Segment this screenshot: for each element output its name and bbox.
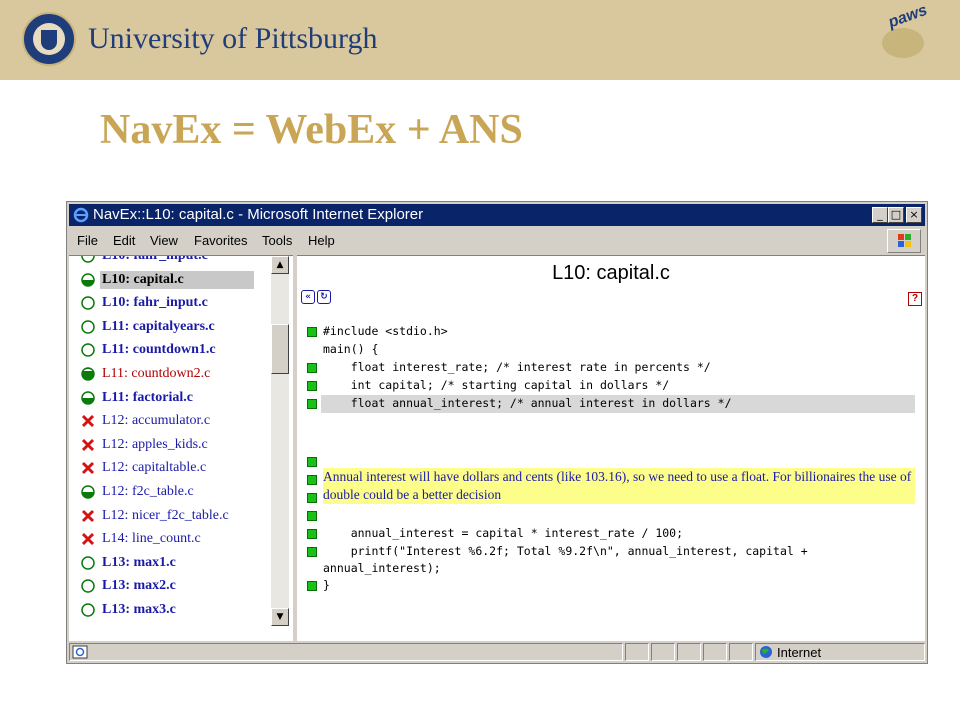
reload-example-icon[interactable]: ↻ (317, 290, 331, 304)
page-icon (72, 645, 88, 659)
menu-tools[interactable]: Tools (262, 233, 292, 248)
nav-list-item-label[interactable]: L11: countdown1.c (102, 342, 216, 358)
code-text: annual_interest); (323, 561, 441, 575)
code-text: #include <stdio.h> (323, 324, 448, 338)
browser-window: NavEx::L10: capital.c - Microsoft Intern… (66, 201, 928, 664)
university-seal-icon (22, 12, 76, 66)
annotation-bullet-icon[interactable] (307, 581, 317, 591)
nav-list-item-label[interactable]: L10: capital.c (100, 270, 254, 289)
not-ready-x-icon (81, 438, 95, 452)
nav-list-item-label[interactable]: L12: accumulator.c (102, 413, 210, 429)
progress-empty-icon (81, 343, 95, 358)
annotation-bullet-icon[interactable] (307, 511, 317, 521)
code-text: int capital; /* starting capital in doll… (323, 378, 670, 392)
code-line: float interest_rate; /* interest rate in… (307, 359, 917, 377)
annotation-bullet-icon[interactable] (307, 327, 317, 337)
code-line: float annual_interest; /* annual interes… (307, 395, 915, 413)
nav-list-item-label[interactable]: L10: fahr_input.c (102, 295, 208, 311)
code-text: printf("Interest %6.2f; Total %9.2f\n", … (323, 544, 808, 558)
progress-half-icon (81, 390, 95, 405)
nav-vertical-scrollbar[interactable]: ▲ ▼ (271, 256, 289, 626)
nav-list-item-label[interactable]: L14: line_count.c (102, 531, 201, 547)
code-line (307, 507, 917, 525)
nav-list-item-label[interactable]: L12: apples_kids.c (102, 437, 208, 453)
windows-logo-icon (887, 229, 921, 253)
code-text: float annual_interest; /* annual interes… (323, 396, 732, 410)
ie-logo-icon (73, 207, 89, 223)
annotation-bullet-icon[interactable] (307, 381, 317, 391)
maximize-button[interactable]: □ (888, 207, 904, 223)
scroll-down-button[interactable]: ▼ (271, 608, 289, 626)
annotation-bullet-icon[interactable] (307, 457, 317, 467)
progress-half-icon (81, 485, 95, 499)
annotation-bullet-icon[interactable] (307, 493, 317, 503)
security-zone-label: Internet (777, 645, 822, 660)
annotation-bullet-icon[interactable] (307, 363, 317, 373)
code-line: main() { (307, 341, 917, 359)
code-line: int capital; /* starting capital in doll… (307, 377, 917, 395)
slide-title: NavEx = WebEx + ANS (100, 107, 523, 153)
annotation-bullet-icon[interactable] (307, 529, 317, 539)
code-text: } (323, 578, 330, 592)
menu-view[interactable]: View (150, 233, 178, 248)
progress-empty-icon (81, 320, 95, 334)
line-annotation: Annual interest will have dollars and ce… (323, 468, 915, 504)
scroll-thumb[interactable] (271, 324, 289, 374)
nav-list-item-label[interactable]: L12: capitaltable.c (102, 460, 206, 476)
close-button[interactable]: × (906, 207, 922, 223)
example-title: L10: capital.c (552, 262, 670, 284)
nav-list-item-label[interactable]: L13: max2.c (102, 578, 176, 594)
window-titlebar[interactable]: NavEx::L10: capital.c - Microsoft Intern… (69, 204, 925, 226)
slide-header: University of Pittsburgh paws (0, 0, 960, 80)
progress-empty-icon (81, 603, 95, 617)
progress-empty-icon (81, 296, 95, 310)
menu-file[interactable]: File (77, 233, 98, 248)
code-line: annual_interest = capital * interest_rat… (307, 525, 917, 543)
code-text: main() { (323, 342, 379, 356)
nav-list-item-label[interactable]: L11: capitalyears.c (102, 319, 215, 335)
menu-bar: File Edit View Favorites Tools Help (69, 229, 925, 253)
not-ready-x-icon (81, 414, 95, 428)
nav-list-item-label[interactable]: L11: countdown2.c (102, 366, 210, 382)
progress-empty-icon (81, 256, 95, 263)
nav-list-item-label[interactable]: L12: nicer_f2c_table.c (102, 508, 229, 524)
progress-mostly-icon (81, 367, 95, 381)
status-bar: Internet (69, 642, 925, 662)
menu-edit[interactable]: Edit (113, 233, 135, 248)
content-frame: L10: capital.c « ↻ ? #include <stdio.h> m… (297, 255, 925, 641)
code-text: annual_interest = capital * interest_rat… (323, 526, 684, 540)
menu-help[interactable]: Help (308, 233, 335, 248)
not-ready-x-icon (81, 509, 95, 523)
nav-list-item-label[interactable]: L13: max1.c (102, 555, 176, 571)
scroll-up-button[interactable]: ▲ (271, 256, 289, 274)
help-icon[interactable]: ? (908, 292, 922, 306)
code-line: #include <stdio.h> (307, 323, 917, 341)
menu-favorites[interactable]: Favorites (194, 233, 247, 248)
nav-frame: L10: fahr_input.c L10: capital.c L10: fahr… (69, 255, 293, 641)
annotation-bullet-icon[interactable] (307, 399, 317, 409)
nav-list-item-label[interactable]: L13: max3.c (102, 602, 176, 618)
progress-empty-icon (81, 556, 95, 570)
progress-empty-icon (81, 579, 95, 594)
internet-globe-icon (760, 646, 772, 658)
nav-list-item-label[interactable]: L12: f2c_table.c (102, 484, 194, 500)
code-line: printf("Interest %6.2f; Total %9.2f\n", … (307, 543, 917, 561)
not-ready-x-icon (81, 532, 95, 546)
nav-list-item-label[interactable]: L10: fahr_input.c (102, 256, 208, 264)
nav-list-item-label[interactable]: L11: factorial.c (102, 390, 193, 406)
code-line: } (307, 577, 917, 595)
annotation-bullet-icon[interactable] (307, 547, 317, 557)
code-line: annual_interest); (307, 560, 917, 578)
previous-example-icon[interactable]: « (301, 290, 315, 304)
not-ready-x-icon (81, 461, 95, 475)
progress-half-icon (81, 272, 95, 287)
annotation-bullet-icon[interactable] (307, 475, 317, 485)
code-text: float interest_rate; /* interest rate in… (323, 360, 711, 374)
minimize-button[interactable]: _ (872, 207, 888, 223)
window-title: NavEx::L10: capital.c - Microsoft Intern… (93, 206, 424, 223)
university-name: University of Pittsburgh (88, 22, 378, 55)
paws-logo-icon: paws (878, 2, 932, 66)
